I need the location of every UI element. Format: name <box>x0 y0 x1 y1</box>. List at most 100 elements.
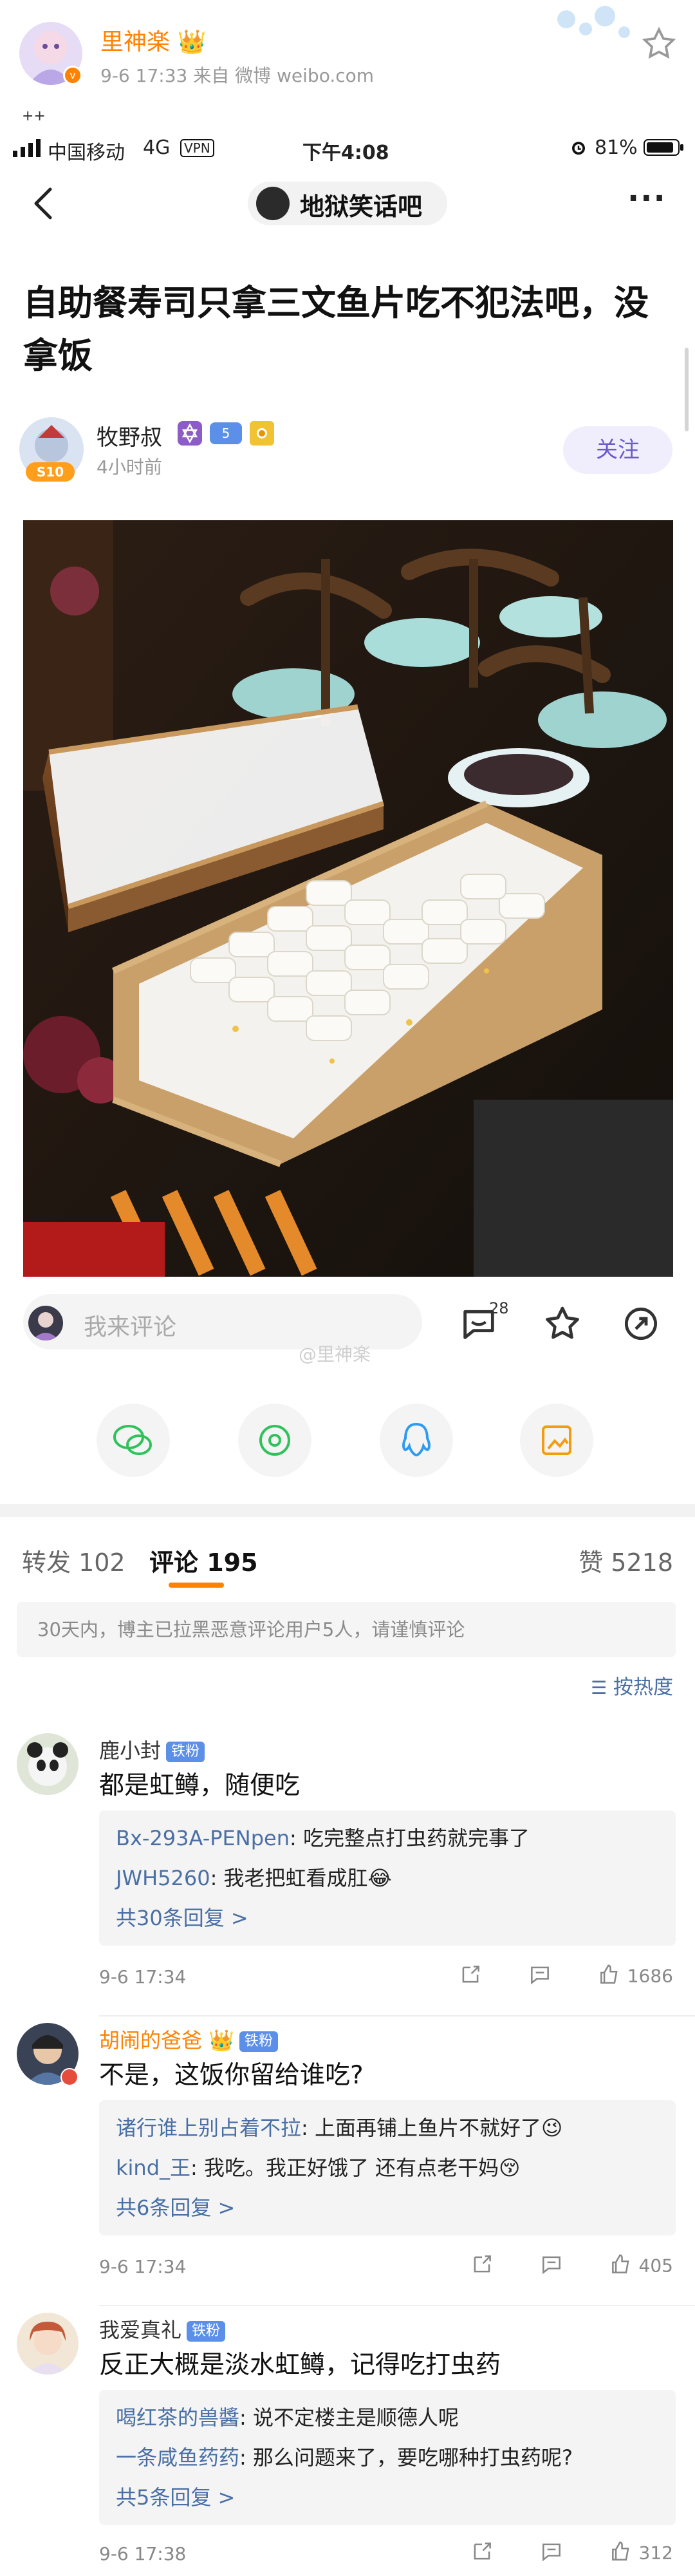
reply-box[interactable]: 喝红茶的兽醬: 说不定楼主是顺德人呢 一条咸鱼药药: 那么问题来了，要吃哪种打虫… <box>99 2390 676 2525</box>
tab-repost[interactable]: 转发 102 <box>22 1543 125 1578</box>
more-replies-link[interactable]: 共6条回复 > <box>116 2188 659 2228</box>
comment-placeholder[interactable]: 我来评论 <box>84 1308 176 1342</box>
star-of-david-icon <box>178 421 202 446</box>
reply-item[interactable]: Bx-293A-PENpen: 吃完整点打虫药就完事了 <box>116 1818 659 1858</box>
reply-box[interactable]: 诸行谁上别占着不拉: 上面再铺上鱼片不就好了😉 kind_王: 我吃。我正好饿了… <box>99 2100 676 2235</box>
comment-actions: 1686 <box>458 1962 673 1991</box>
vpn-badge: VPN <box>180 139 214 157</box>
reply-user[interactable]: 诸行谁上别占着不拉 <box>116 2116 301 2140</box>
reply-text: : 那么问题来了，要吃哪种打虫药呢? <box>239 2445 573 2470</box>
repost-icon[interactable] <box>620 1303 662 1347</box>
crown-icon: 👑 <box>208 2028 235 2053</box>
comment-time: 9-6 17:38 <box>99 2543 187 2564</box>
favorite-icon[interactable] <box>542 1303 583 1347</box>
share-icon[interactable] <box>470 2252 494 2281</box>
like-icon[interactable] <box>609 2252 633 2281</box>
comment-notice: 30天内，博主已拉黑恶意评论用户5人，请谨慎评论 <box>17 1602 676 1657</box>
reply-icon[interactable] <box>528 1962 552 1991</box>
sort-button[interactable]: ☰ 按热度 <box>591 1671 673 1700</box>
reply-user[interactable]: kind_王 <box>116 2156 190 2180</box>
like-count: 312 <box>638 2542 673 2564</box>
share-icon[interactable] <box>458 1962 483 1991</box>
header-decoration <box>528 0 656 58</box>
like-icon[interactable] <box>609 2539 633 2568</box>
commenter-name[interactable]: 我爱真礼 铁粉 <box>99 2314 226 2344</box>
share-wechat-button[interactable] <box>97 1404 170 1477</box>
fan-badge: 铁粉 <box>239 2031 279 2052</box>
share-icon[interactable] <box>470 2539 494 2568</box>
like-count: 1686 <box>627 1965 673 1987</box>
comment-item: 我爱真礼 铁粉 反正大概是淡水虹鳟，记得吃打虫药 喝红茶的兽醬: 说不定楼主是顺德… <box>0 2305 695 2576</box>
drag-marks: ++ <box>22 108 46 124</box>
sort-icon: ☰ <box>591 1677 607 1698</box>
reply-icon[interactable] <box>539 2252 564 2281</box>
commenter-name[interactable]: 鹿小封 铁粉 <box>99 1735 205 1764</box>
level-badge-icon: 5 <box>210 422 242 444</box>
comment-tabs: 转发 102 评论 195 赞 5218 <box>0 1532 695 1590</box>
favorite-star-icon[interactable] <box>641 26 677 62</box>
commenter-name[interactable]: 胡闹的爸爸 👑 铁粉 <box>99 2024 279 2054</box>
battery-label: 81% <box>595 136 638 159</box>
reply-user[interactable]: Bx-293A-PENpen <box>116 1826 290 1850</box>
reply-item[interactable]: 诸行谁上别占着不拉: 上面再铺上鱼片不就好了😉 <box>116 2108 659 2148</box>
tab-comment[interactable]: 评论 195 <box>149 1543 258 1578</box>
status-bar: 中国移动 4G VPN 下午4:08 81% <box>0 129 695 167</box>
fan-badge: 铁粉 <box>187 2321 226 2342</box>
header-meta: 9-6 17:33 来自 微博 weibo.com <box>100 65 375 86</box>
comment-count: 28 <box>489 1299 509 1317</box>
watermark-text: @里神楽 <box>299 1344 371 1365</box>
reply-user[interactable]: 一条咸鱼药药 <box>116 2445 239 2470</box>
reply-text: : 我老把虹看成肛😂 <box>210 1866 392 1890</box>
comment-item: 胡闹的爸爸 👑 铁粉 不是，这饭你留给谁吃? 诸行谁上别占着不拉: 上面再铺上鱼片… <box>0 2015 695 2299</box>
reply-text: : 说不定楼主是顺德人呢 <box>239 2405 459 2430</box>
comment-text: 反正大概是淡水虹鳟，记得吃打虫药 <box>99 2351 501 2380</box>
carrier-label: 中国移动 <box>48 142 125 164</box>
more-replies-link[interactable]: 共30条回复 > <box>116 1898 659 1938</box>
reply-item[interactable]: JWH5260: 我老把虹看成肛😂 <box>116 1858 659 1898</box>
reply-text: : 上面再铺上鱼片不就好了😉 <box>301 2116 563 2140</box>
sun-medal-icon <box>250 421 274 446</box>
comment-actions: 312 <box>470 2539 673 2568</box>
my-avatar <box>28 1306 63 1340</box>
warning-badge-icon <box>60 2068 79 2086</box>
back-arrow-icon[interactable] <box>31 185 57 224</box>
more-replies-link[interactable]: 共5条回复 > <box>116 2477 659 2517</box>
reply-icon[interactable] <box>539 2539 564 2568</box>
share-image-button[interactable] <box>520 1404 593 1477</box>
like-count: 405 <box>638 2255 673 2277</box>
comment-time: 9-6 17:34 <box>99 1966 187 1988</box>
follow-button[interactable]: 关注 <box>563 426 672 474</box>
reply-item[interactable]: 喝红茶的兽醬: 说不定楼主是顺德人呢 <box>116 2398 659 2438</box>
verified-badge-icon: v <box>63 66 82 85</box>
scrollbar[interactable] <box>685 348 689 431</box>
reply-item[interactable]: 一条咸鱼药药: 那么问题来了，要吃哪种打虫药呢? <box>116 2438 659 2477</box>
comment-actions: 405 <box>470 2252 673 2281</box>
reply-box[interactable]: Bx-293A-PENpen: 吃完整点打虫药就完事了 JWH5260: 我老把… <box>99 1810 676 1946</box>
section-divider <box>0 1504 695 1517</box>
fan-badge: 铁粉 <box>166 1742 205 1762</box>
comment-item: 鹿小封 铁粉 都是虹鳟，随便吃 Bx-293A-PENpen: 吃完整点打虫药就完… <box>0 1725 695 2009</box>
header-author-name[interactable]: 里神楽 👑 <box>100 23 206 57</box>
more-menu-icon[interactable]: ··· <box>627 180 667 216</box>
post-image[interactable] <box>23 520 673 1277</box>
clock: 下午4:08 <box>302 142 389 164</box>
share-qq-button[interactable] <box>380 1404 453 1477</box>
crown-icon: 👑 <box>177 29 207 55</box>
battery-icon <box>644 138 685 162</box>
comment-text: 不是，这饭你留给谁吃? <box>99 2061 364 2090</box>
share-moments-button[interactable] <box>238 1404 311 1477</box>
network-label: 4G <box>143 136 171 159</box>
commenter-avatar[interactable] <box>17 2313 79 2374</box>
comment-time: 9-6 17:34 <box>99 2256 187 2277</box>
tab-like[interactable]: 赞 5218 <box>579 1543 673 1578</box>
post-author-name[interactable]: 牧野叔 <box>97 420 162 451</box>
group-avatar <box>256 187 290 220</box>
reply-user[interactable]: JWH5260 <box>116 1866 210 1890</box>
reply-item[interactable]: kind_王: 我吃。我正好饿了 还有点老干妈😚 <box>116 2148 659 2188</box>
post-time: 4小时前 <box>97 456 162 478</box>
group-name[interactable]: 地狱笑话吧 <box>300 187 422 222</box>
commenter-avatar[interactable] <box>17 1733 79 1795</box>
reply-user[interactable]: 喝红茶的兽醬 <box>116 2405 239 2430</box>
reply-text: : 吃完整点打虫药就完事了 <box>289 1826 530 1850</box>
like-icon[interactable] <box>597 1962 622 1991</box>
